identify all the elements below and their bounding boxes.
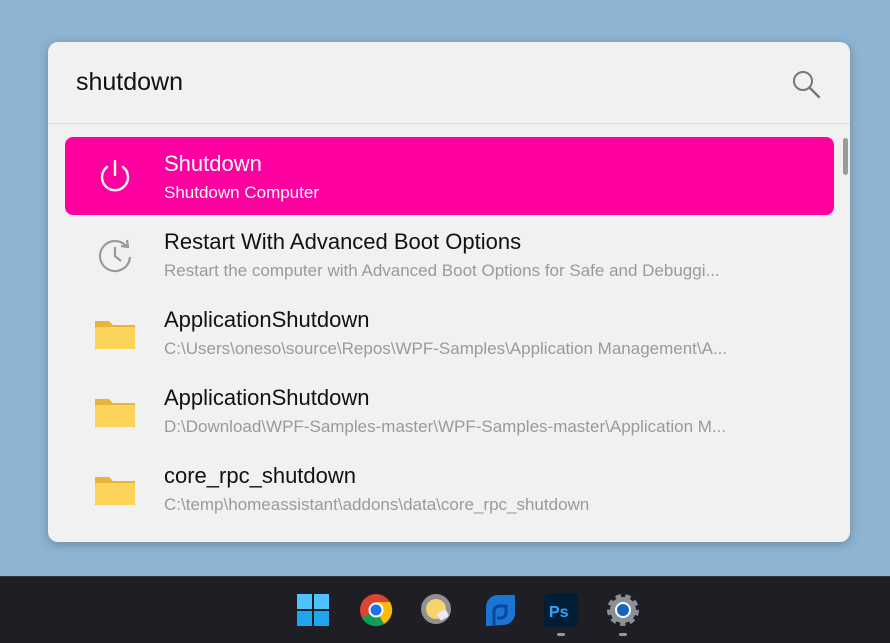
launcher-window: Shutdown Shutdown Computer Restart With … — [48, 42, 850, 542]
windows-start-icon[interactable] — [296, 593, 330, 627]
result-item[interactable]: Shutdown Shutdown Computer — [65, 137, 834, 215]
result-subtitle: C:\temp\homeassistant\addons\data\core_r… — [164, 495, 590, 514]
result-item[interactable]: core_rpc_shutdown C:\temp\homeassistant\… — [65, 449, 834, 527]
result-item[interactable]: ApplicationShutdown C:\Users\oneso\sourc… — [65, 293, 834, 371]
result-title: core_rpc_shutdown — [164, 463, 357, 488]
folder-icon — [95, 399, 135, 427]
chrome-icon[interactable] — [359, 593, 393, 627]
result-subtitle: Shutdown Computer — [164, 183, 319, 202]
running-indicator — [557, 633, 565, 636]
restart-clock-icon — [98, 239, 132, 273]
blue-app-icon[interactable] — [482, 593, 516, 627]
result-title: Restart With Advanced Boot Options — [164, 229, 522, 254]
result-item[interactable]: ApplicationShutdown D:\Download\WPF-Samp… — [65, 371, 834, 449]
search-input[interactable] — [76, 68, 756, 97]
weather-app-icon[interactable] — [420, 593, 454, 627]
search-bar — [48, 42, 850, 124]
result-title: ApplicationShutdown — [164, 385, 370, 410]
folder-icon — [95, 321, 135, 349]
result-subtitle: C:\Users\oneso\source\Repos\WPF-Samples\… — [164, 339, 728, 358]
scrollbar-thumb[interactable] — [843, 138, 848, 175]
svg-text:Ps: Ps — [549, 604, 569, 621]
settings-icon[interactable] — [606, 593, 640, 627]
result-title: ApplicationShutdown — [164, 307, 370, 332]
result-subtitle: Restart the computer with Advanced Boot … — [164, 261, 720, 280]
folder-icon — [95, 477, 135, 505]
running-indicator — [619, 633, 627, 636]
result-title: Shutdown — [164, 151, 262, 176]
power-icon — [100, 159, 130, 192]
result-item[interactable]: Restart With Advanced Boot Options Resta… — [65, 215, 834, 293]
result-subtitle: D:\Download\WPF-Samples-master\WPF-Sampl… — [164, 417, 727, 436]
taskbar: Ps — [0, 576, 890, 643]
search-icon[interactable] — [790, 68, 822, 100]
photoshop-icon[interactable]: Ps — [544, 593, 578, 627]
results-list: Shutdown Shutdown Computer Restart With … — [65, 137, 834, 527]
